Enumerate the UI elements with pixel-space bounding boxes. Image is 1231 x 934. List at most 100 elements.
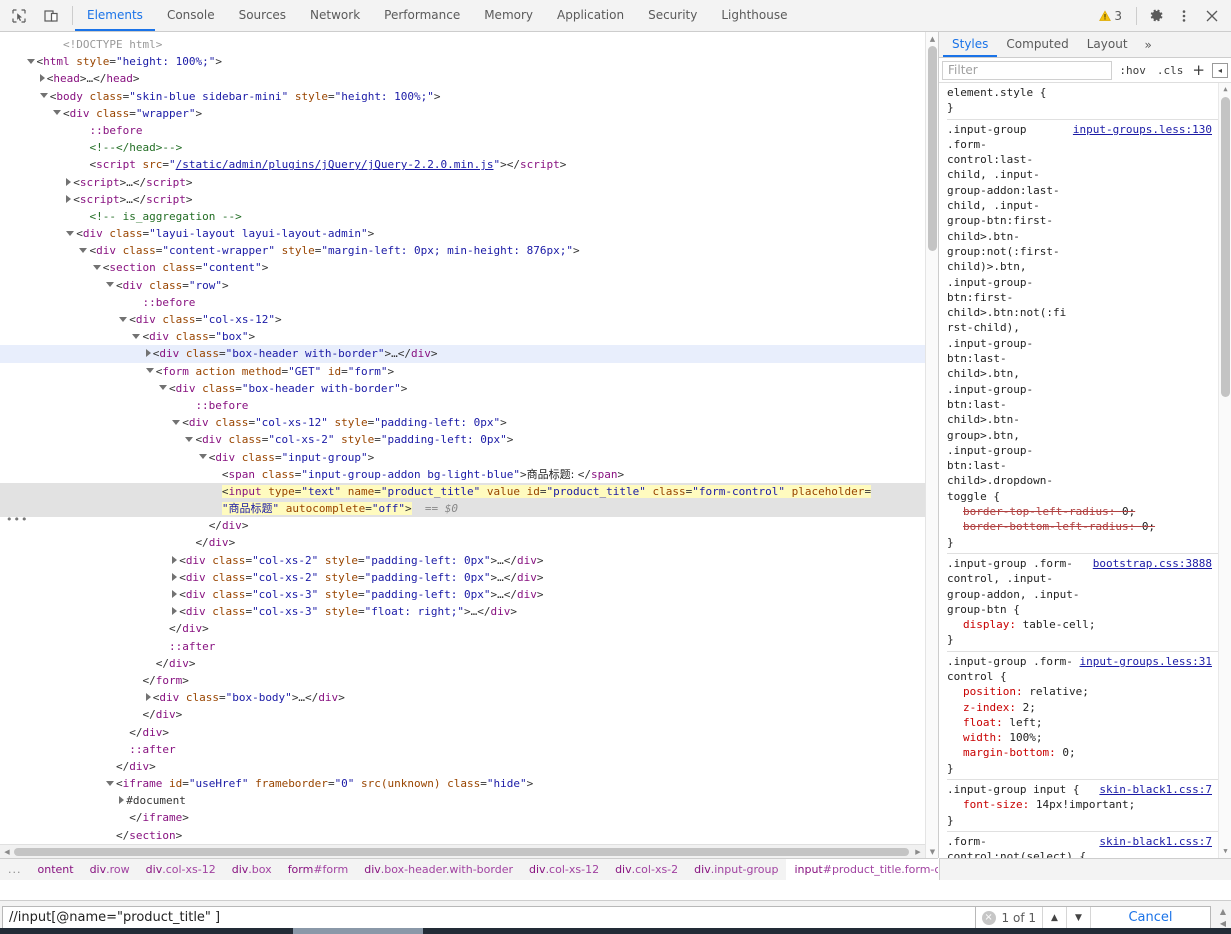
dom-node-line[interactable]: <div class="col-xs-12"> bbox=[0, 311, 938, 328]
dom-node-line[interactable]: <!--</head>--> bbox=[0, 139, 938, 156]
breadcrumb-item[interactable]: form #form bbox=[280, 859, 357, 880]
css-property-name[interactable]: margin-bottom: bbox=[963, 746, 1062, 759]
tab-application[interactable]: Application bbox=[545, 0, 636, 31]
dom-node-line[interactable]: <div class="box"> bbox=[0, 328, 938, 345]
dom-node-line[interactable]: ::after bbox=[0, 638, 938, 655]
warning-count-badge[interactable]: 3 bbox=[1091, 9, 1130, 23]
dom-node-line[interactable]: <iframe id="useHref" frameborder="0" src… bbox=[0, 775, 938, 792]
dom-node-line[interactable]: </div> bbox=[0, 517, 938, 534]
dom-node-line[interactable]: #document bbox=[0, 792, 938, 809]
css-property-name[interactable]: position: bbox=[963, 685, 1029, 698]
css-property-name[interactable]: float: bbox=[963, 716, 1009, 729]
collapse-triangle-icon[interactable] bbox=[79, 247, 88, 253]
style-rule-selector[interactable]: .input-group input { bbox=[947, 782, 1099, 797]
style-rule-selector[interactable]: .input-group .form-control, .input-group… bbox=[947, 556, 1093, 617]
dom-node-line[interactable]: ::before bbox=[0, 122, 938, 139]
css-declaration[interactable]: position: relative; bbox=[947, 684, 1218, 699]
css-declaration[interactable]: margin-bottom: 0; bbox=[947, 745, 1218, 760]
dom-node-line[interactable]: <script src="/static/admin/plugins/jQuer… bbox=[0, 156, 938, 173]
tab-network[interactable]: Network bbox=[298, 0, 372, 31]
dom-node-line[interactable]: </div> bbox=[0, 758, 938, 775]
breadcrumb-item[interactable]: input#product_title.form-control bbox=[786, 859, 938, 880]
dom-tree-panel[interactable]: <!DOCTYPE html> <html style="height: 100… bbox=[0, 32, 938, 858]
style-rule-selector[interactable]: element.style { bbox=[947, 85, 1218, 100]
collapse-triangle-icon[interactable] bbox=[26, 58, 35, 64]
tab-performance[interactable]: Performance bbox=[372, 0, 472, 31]
css-declaration[interactable]: z-index: 2; bbox=[947, 700, 1218, 715]
css-property-name[interactable]: border-bottom-left-radius: bbox=[963, 520, 1142, 533]
style-rule[interactable]: .input-group input {skin-black1.css:7 fon… bbox=[947, 780, 1218, 832]
styles-scroll-up-arrow[interactable]: ▲ bbox=[1219, 83, 1231, 96]
dom-node-line[interactable]: ::after bbox=[0, 741, 938, 758]
gear-icon[interactable] bbox=[1143, 3, 1169, 29]
collapse-triangle-icon[interactable] bbox=[66, 230, 75, 236]
breadcrumb-item[interactable]: div .box bbox=[224, 859, 280, 880]
css-property-name[interactable]: display: bbox=[963, 618, 1023, 631]
device-toolbar-icon[interactable] bbox=[38, 3, 64, 29]
breadcrumb-overflow-left[interactable]: ... bbox=[0, 859, 30, 880]
css-property-name[interactable]: z-index: bbox=[963, 701, 1023, 714]
collapse-triangle-icon[interactable] bbox=[105, 282, 114, 288]
dom-node-line[interactable]: </form> bbox=[0, 672, 938, 689]
dom-tree[interactable]: <!DOCTYPE html> <html style="height: 100… bbox=[0, 36, 938, 858]
new-style-rule-button[interactable]: + bbox=[1190, 62, 1207, 78]
dom-node-line[interactable]: <div class="col-xs-12" style="padding-le… bbox=[0, 414, 938, 431]
css-declaration[interactable]: font-size: 14px!important; bbox=[947, 797, 1218, 812]
css-property-value[interactable]: 0; bbox=[1142, 520, 1155, 533]
styles-scroll-thumb[interactable] bbox=[1221, 97, 1230, 397]
dom-node-line[interactable]: <span class="input-group-addon bg-light-… bbox=[0, 466, 938, 483]
style-rule[interactable]: element.style {} bbox=[947, 83, 1218, 120]
css-declaration[interactable]: border-bottom-left-radius: 0; bbox=[947, 519, 1218, 534]
collapse-triangle-icon[interactable] bbox=[52, 110, 61, 116]
search-cancel-button[interactable]: Cancel bbox=[1090, 906, 1210, 929]
style-rule-selector[interactable]: .form-control:not(select) { bbox=[947, 834, 1099, 858]
toggle-sidebar-pane-icon[interactable]: ◂ bbox=[1212, 62, 1228, 78]
style-rule[interactable]: .form-control:not(select) {skin-black1.c… bbox=[947, 832, 1218, 858]
breadcrumb-item[interactable]: div .col-xs-12 bbox=[521, 859, 607, 880]
breadcrumb-item[interactable]: div .col-xs-12 bbox=[138, 859, 224, 880]
collapse-triangle-icon[interactable] bbox=[158, 385, 167, 391]
dom-tree-scroll-thumb[interactable] bbox=[928, 46, 937, 251]
clear-search-icon[interactable]: × bbox=[981, 910, 996, 925]
dom-node-line[interactable]: <form action method="GET" id="form"> bbox=[0, 363, 938, 380]
collapse-triangle-icon[interactable] bbox=[105, 780, 114, 786]
style-rule[interactable]: .input-group .form-control {input-groups… bbox=[947, 652, 1218, 781]
dom-node-line[interactable]: </div> bbox=[0, 620, 938, 637]
breadcrumb-item[interactable]: ontent bbox=[30, 859, 82, 880]
search-input[interactable] bbox=[2, 905, 976, 930]
dom-node-line[interactable]: <div class="col-xs-2" style="padding-lef… bbox=[0, 552, 938, 569]
dom-node-line[interactable]: </div> bbox=[0, 724, 938, 741]
css-property-value[interactable]: 100%; bbox=[1009, 731, 1042, 744]
tab-elements[interactable]: Elements bbox=[75, 0, 155, 31]
css-property-value[interactable]: 2; bbox=[1023, 701, 1036, 714]
expand-triangle-icon[interactable] bbox=[66, 194, 72, 203]
dom-node-line[interactable]: <div class="input-group"> bbox=[0, 449, 938, 466]
expand-triangle-icon[interactable] bbox=[145, 693, 151, 702]
css-declaration[interactable]: display: table-cell; bbox=[947, 617, 1218, 632]
styles-filter-input[interactable] bbox=[942, 60, 1113, 80]
dom-node-line[interactable]: <div class="col-xs-3" style="float: righ… bbox=[0, 603, 938, 620]
scroll-down-arrow[interactable]: ▼ bbox=[926, 845, 938, 858]
expand-triangle-icon[interactable] bbox=[172, 607, 178, 616]
styles-more-tabs-icon[interactable]: » bbox=[1137, 32, 1160, 57]
tab-sources[interactable]: Sources bbox=[227, 0, 298, 31]
dom-node-line[interactable]: </iframe> bbox=[0, 809, 938, 826]
hov-state-button[interactable]: :hov bbox=[1115, 63, 1150, 78]
css-declaration[interactable]: float: left; bbox=[947, 715, 1218, 730]
css-property-value[interactable]: 0; bbox=[1122, 505, 1135, 518]
style-rule-source-link[interactable]: bootstrap.css:3888 bbox=[1093, 556, 1218, 571]
style-rule-selector[interactable]: .input-group .form-control:last-child, .… bbox=[947, 122, 1073, 504]
css-property-name[interactable]: border-top-left-radius: bbox=[963, 505, 1122, 518]
dom-node-line[interactable]: <div class="content-wrapper" style="marg… bbox=[0, 242, 938, 259]
dom-node-line[interactable]: "商品标题" autocomplete="off"> == $0 bbox=[0, 500, 938, 518]
css-declaration[interactable]: width: 100%; bbox=[947, 730, 1218, 745]
dom-node-line[interactable]: <div class="wrapper"> bbox=[0, 105, 938, 122]
inspect-element-icon[interactable] bbox=[6, 3, 32, 29]
styles-rules-body[interactable]: element.style {} .input-group .form-contr… bbox=[939, 83, 1231, 858]
styles-scroll-down-arrow[interactable]: ▼ bbox=[1219, 845, 1231, 858]
collapse-triangle-icon[interactable] bbox=[119, 316, 128, 322]
dom-node-line[interactable]: ::before bbox=[0, 294, 938, 311]
search-next-button[interactable]: ▼ bbox=[1066, 906, 1090, 929]
expand-siblings-button[interactable]: ••• bbox=[6, 513, 28, 526]
cls-button[interactable]: .cls bbox=[1153, 63, 1188, 78]
